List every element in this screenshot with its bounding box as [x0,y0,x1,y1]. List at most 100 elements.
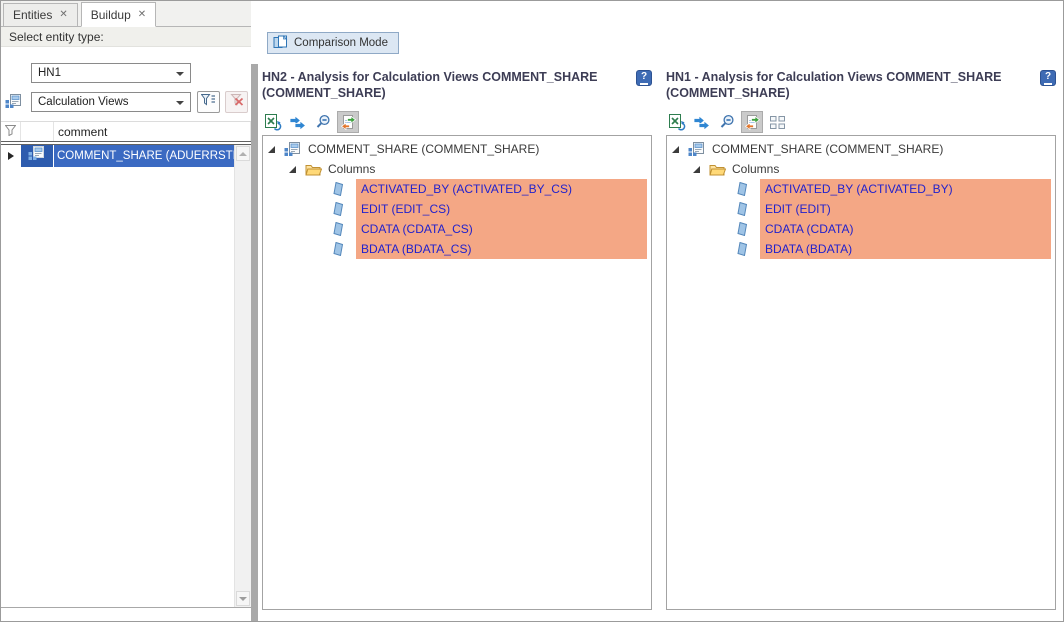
zoom-out-button[interactable] [716,111,738,133]
tree-node-column[interactable]: ACTIVATED_BY (ACTIVATED_BY_CS) [263,179,651,199]
tree-node-column[interactable]: EDIT (EDIT_CS) [263,199,651,219]
column-icon [737,222,748,236]
calculation-view-icon [5,94,23,114]
panel-hn1-toolbar [666,109,1056,135]
scroll-down-button[interactable] [236,591,250,606]
expander-icon[interactable] [693,166,700,173]
expander-icon[interactable] [672,146,679,153]
clear-filter-button[interactable] [225,91,248,113]
system-dropdown[interactable]: HN1 [31,63,191,83]
compare-document-icon [339,114,357,131]
layout-grid-button[interactable] [766,111,788,133]
header-filter-cell[interactable] [1,122,21,141]
magnifier-minus-icon [314,114,332,130]
app-window: Entities ✕ Buildup ✕ Select entity type:… [0,0,1064,622]
entity-table-header: comment [1,122,251,141]
column-icon [333,182,344,196]
tab-buildup-label: Buildup [91,8,131,22]
column-icon [333,242,344,256]
diff-highlight: EDIT (EDIT_CS) [356,199,647,219]
tree-node-column[interactable]: CDATA (CDATA_CS) [263,219,651,239]
tree-node-column[interactable]: CDATA (CDATA) [667,219,1055,239]
tree-node-root-label: COMMENT_SHARE (COMMENT_SHARE) [712,142,943,156]
export-excel-button[interactable] [262,111,284,133]
panel-hn1-tree: COMMENT_SHARE (COMMENT_SHARE) Columns [666,135,1056,610]
clear-filter-icon [230,93,244,111]
comparison-panels: HN2 - Analysis for Calculation Views COM… [262,69,1056,610]
tree-node-column[interactable]: ACTIVATED_BY (ACTIVATED_BY) [667,179,1055,199]
folder-open-icon [709,163,726,176]
excel-export-icon [264,114,283,131]
diff-highlight: ACTIVATED_BY (ACTIVATED_BY_CS) [356,179,647,199]
sidebar: Entities ✕ Buildup ✕ Select entity type:… [1,1,251,621]
tree-node-columns[interactable]: Columns [667,159,1055,179]
system-dropdown-value: HN1 [38,67,61,79]
triangle-down-icon [239,597,247,601]
funnel-icon [5,123,16,141]
help-icon[interactable]: ? [636,70,652,86]
calculation-view-icon [284,142,302,157]
close-icon[interactable]: ✕ [138,10,146,20]
expander-icon[interactable] [268,146,275,153]
folder-open-icon [305,163,322,176]
row-icon-cell [21,145,53,167]
comparison-mode-label: Comparison Mode [294,37,388,49]
tree-node-column[interactable]: BDATA (BDATA_CS) [263,239,651,259]
panel-hn2-tree: COMMENT_SHARE (COMMENT_SHARE) Columns [262,135,652,610]
header-icon-cell [21,122,54,141]
entity-type-dropdown-value: Calculation Views [38,96,129,108]
table-row[interactable]: COMMENT_SHARE (ADUERRSTEIN_T [1,145,251,167]
row-indicator-icon [8,152,14,160]
selected-row-value: COMMENT_SHARE (ADUERRSTEIN_T [54,145,234,167]
export-excel-button[interactable] [666,111,688,133]
select-entity-type-header: Select entity type: [1,27,251,47]
diff-highlight: ACTIVATED_BY (ACTIVATED_BY) [760,179,1051,199]
panel-hn2: HN2 - Analysis for Calculation Views COM… [262,69,652,610]
cascade-arrows-icon [693,114,712,131]
compare-mode-button[interactable] [337,111,359,133]
panel-hn1-title: HN1 - Analysis for Calculation Views COM… [666,69,1040,109]
panel-hn1: HN1 - Analysis for Calculation Views COM… [666,69,1056,610]
vertical-splitter[interactable] [251,64,258,621]
compare-mode-button[interactable] [741,111,763,133]
filter-button[interactable] [197,91,220,113]
forward-all-button[interactable] [287,111,309,133]
tree-node-root[interactable]: COMMENT_SHARE (COMMENT_SHARE) [263,139,651,159]
table-scrollbar[interactable] [234,145,251,607]
cascade-arrows-icon [289,114,308,131]
diff-highlight: CDATA (CDATA_CS) [356,219,647,239]
tree-node-root-label: COMMENT_SHARE (COMMENT_SHARE) [308,142,539,156]
main-area: Comparison Mode HN2 - Analysis for Calcu… [258,1,1063,621]
forward-all-button[interactable] [691,111,713,133]
help-icon[interactable]: ? [1040,70,1056,86]
tree-node-column[interactable]: EDIT (EDIT) [667,199,1055,219]
column-icon [333,222,344,236]
diff-highlight: EDIT (EDIT) [760,199,1051,219]
tree-node-columns-label: Columns [732,162,779,176]
triangle-up-icon [239,152,247,156]
chevron-down-icon [176,72,184,76]
select-entity-type-label: Select entity type: [9,30,104,44]
column-header-comment[interactable]: comment [54,122,251,141]
comparison-mode-button[interactable]: Comparison Mode [267,32,399,54]
tab-buildup[interactable]: Buildup ✕ [81,2,156,27]
chevron-down-icon [176,101,184,105]
tree-node-column[interactable]: BDATA (BDATA) [667,239,1055,259]
panel-hn2-toolbar [262,109,652,135]
tree-node-columns-label: Columns [328,162,375,176]
scroll-up-button[interactable] [236,146,250,161]
diff-highlight: CDATA (CDATA) [760,219,1051,239]
grid-layout-icon [769,115,786,130]
zoom-out-button[interactable] [312,111,334,133]
column-icon [737,242,748,256]
entity-table: comment [1,121,251,608]
tree-node-root[interactable]: COMMENT_SHARE (COMMENT_SHARE) [667,139,1055,159]
column-icon [333,202,344,216]
tree-node-columns[interactable]: Columns [263,159,651,179]
tab-entities[interactable]: Entities ✕ [3,3,78,27]
compare-document-icon [743,114,761,131]
entity-type-dropdown[interactable]: Calculation Views [31,92,191,112]
expander-icon[interactable] [289,166,296,173]
panel-hn2-title: HN2 - Analysis for Calculation Views COM… [262,69,636,109]
close-icon[interactable]: ✕ [59,10,67,20]
